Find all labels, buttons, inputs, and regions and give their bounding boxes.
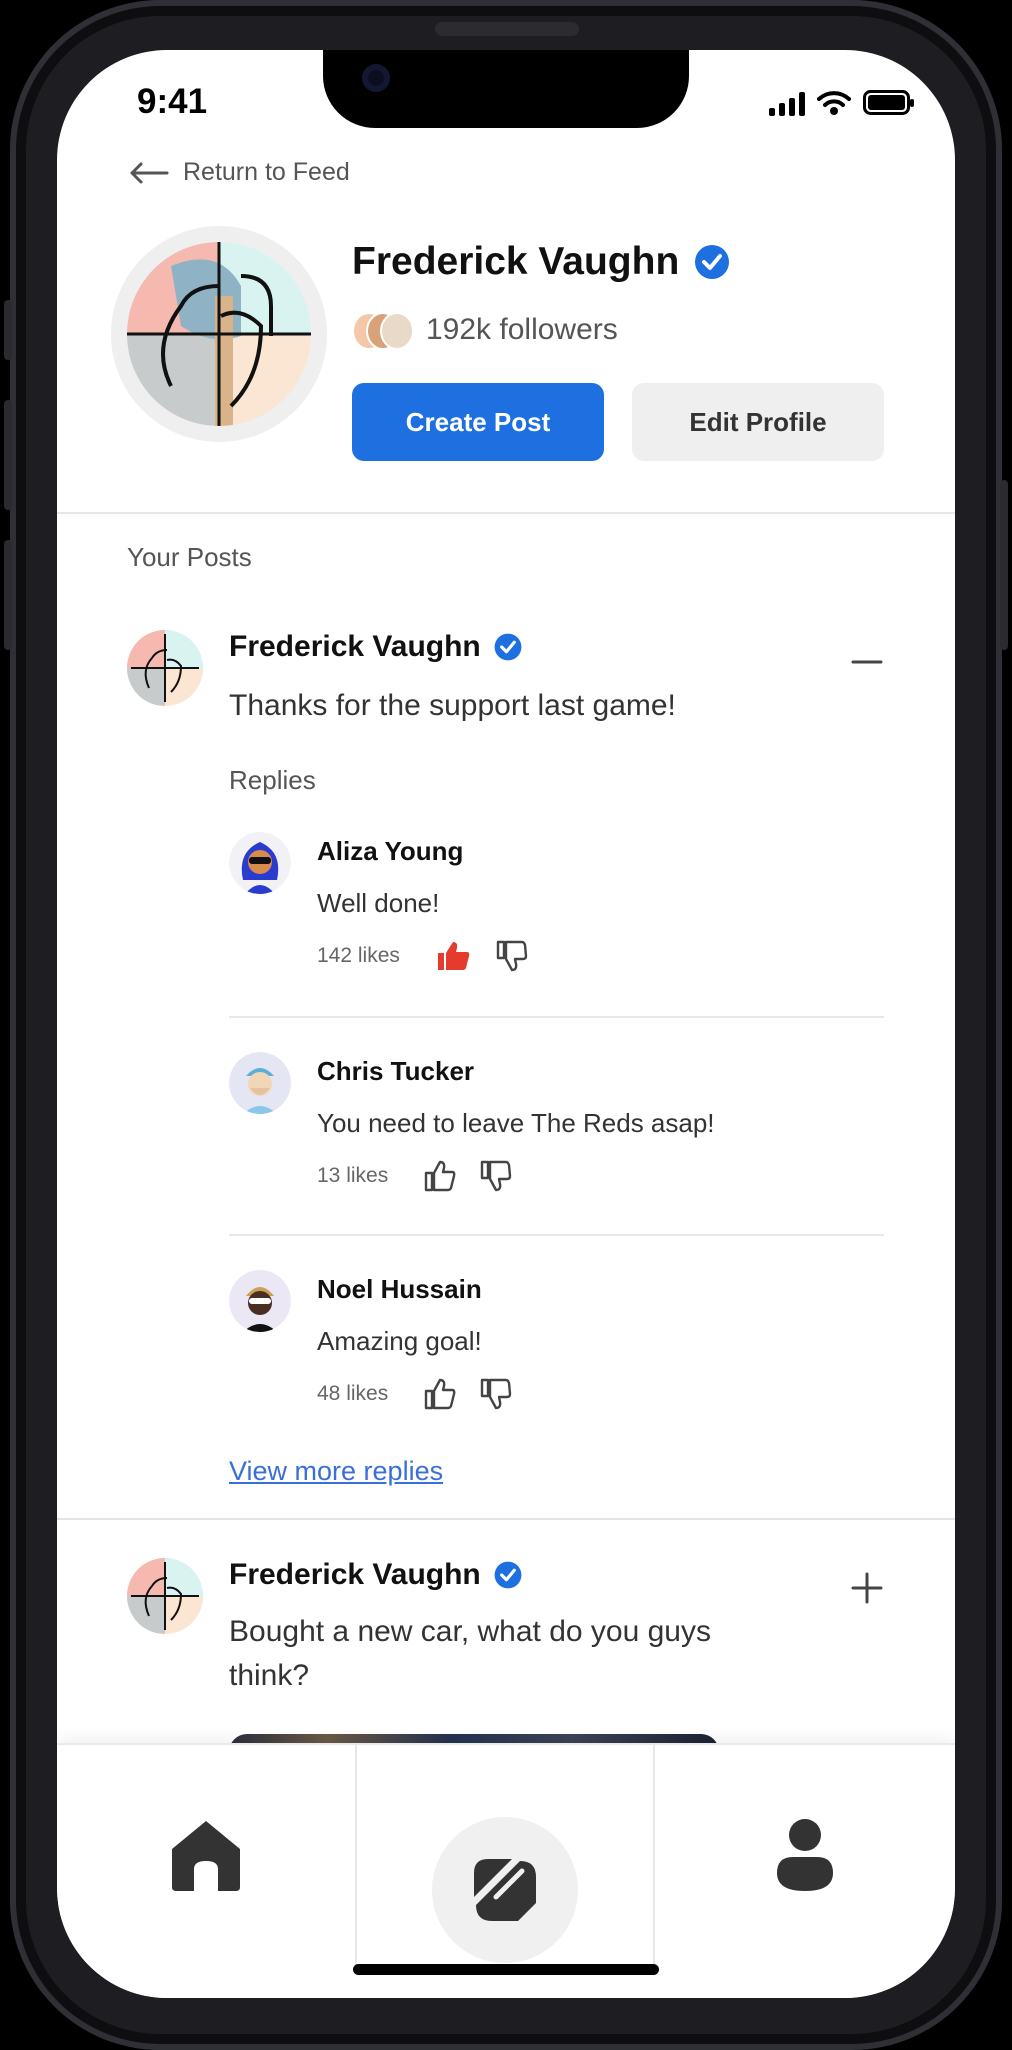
edit-note-icon (474, 1859, 536, 1921)
nav-create[interactable] (357, 1745, 653, 1965)
reply-meta: 48 likes (317, 1378, 512, 1410)
thumbs-up-icon[interactable] (424, 1160, 456, 1192)
status-icons (769, 90, 915, 116)
verified-badge-icon (695, 245, 730, 279)
battery-icon (863, 90, 914, 115)
post-author-row: Frederick Vaughn (229, 630, 523, 664)
reply-text: Well done! (317, 888, 440, 918)
profile-name: Frederick Vaughn (352, 240, 680, 283)
reply-likes: 48 likes (317, 1382, 389, 1405)
create-post-button[interactable]: Create Post (352, 383, 604, 461)
reply-separator (229, 1016, 884, 1018)
header-divider (57, 512, 955, 514)
thumbs-down-icon[interactable] (480, 1160, 512, 1192)
create-button[interactable] (432, 1817, 578, 1963)
reply-author-name: Noel Hussain (317, 1274, 482, 1304)
home-icon (172, 1821, 240, 1891)
wifi-icon (817, 91, 851, 115)
thumbs-up-filled-icon[interactable] (436, 940, 472, 972)
reply-author-name: Aliza Young (317, 836, 464, 866)
nav-profile[interactable] (655, 1745, 955, 1965)
bottom-nav (57, 1743, 955, 1998)
view-more-replies-link[interactable]: View more replies (229, 1456, 443, 1487)
replies-label: Replies (229, 765, 316, 795)
reply-separator (229, 1234, 884, 1236)
verified-badge-icon (494, 1561, 522, 1589)
reply-text: Amazing goal! (317, 1326, 482, 1356)
signal-icon (769, 92, 805, 116)
side-button-silent (4, 300, 12, 360)
reply-item: Aliza Young Well done! 142 likes (229, 832, 884, 972)
post-divider (57, 1518, 955, 1520)
return-to-feed-label: Return to Feed (183, 158, 350, 186)
follower-avatars (352, 312, 414, 350)
post-author-avatar-art (127, 630, 203, 706)
home-indicator[interactable] (353, 1964, 659, 1975)
reply-avatar[interactable] (229, 1270, 291, 1332)
front-camera (362, 64, 390, 92)
nav-home[interactable] (57, 1745, 355, 1965)
reply-author-name: Chris Tucker (317, 1056, 475, 1086)
collapse-minus-icon[interactable] (849, 644, 885, 680)
status-time: 9:41 (137, 82, 208, 121)
post-text: Bought a new car, what do you guys think… (229, 1615, 711, 1692)
followers-row[interactable]: 192k followers (352, 312, 618, 350)
post-text: Thanks for the support last game! (229, 689, 676, 722)
reply-text: You need to leave The Reds asap! (317, 1108, 715, 1138)
speaker-grille (435, 22, 579, 36)
side-button-volume-down (4, 540, 12, 650)
profile-avatar[interactable] (111, 226, 327, 442)
section-title: Your Posts (127, 542, 252, 572)
thumbs-down-icon[interactable] (496, 940, 528, 972)
edit-profile-button[interactable]: Edit Profile (632, 383, 884, 461)
post-author-avatar-art (127, 1558, 203, 1634)
profile-name-row: Frederick Vaughn (352, 240, 731, 284)
side-button-volume-up (4, 400, 12, 510)
return-to-feed-link[interactable]: Return to Feed (129, 158, 350, 187)
thumbs-down-icon[interactable] (480, 1378, 512, 1410)
reply-avatar[interactable] (229, 1052, 291, 1114)
app-screen: 9:41 Return to Feed Frederick Vaughn 192… (57, 50, 955, 1998)
post-author-name: Frederick Vaughn (229, 1558, 481, 1591)
reply-item: Chris Tucker You need to leave The Reds … (229, 1052, 884, 1192)
verified-badge-icon (494, 633, 522, 661)
side-button-power (1000, 480, 1008, 650)
reply-item: Noel Hussain Amazing goal! 48 likes (229, 1270, 884, 1410)
reply-avatar[interactable] (229, 832, 291, 894)
post-author-avatar[interactable] (127, 1558, 203, 1634)
post-author-row: Frederick Vaughn (229, 1558, 523, 1592)
profile-avatar-art (127, 242, 311, 426)
arrow-left-icon (130, 162, 169, 183)
post-author-avatar[interactable] (127, 630, 203, 706)
reply-meta: 13 likes (317, 1160, 512, 1192)
reply-meta: 142 likes (317, 940, 528, 972)
reply-likes: 142 likes (317, 944, 400, 967)
thumbs-up-icon[interactable] (424, 1378, 456, 1410)
expand-plus-icon[interactable] (849, 1570, 885, 1606)
post-author-name: Frederick Vaughn (229, 630, 481, 663)
followers-count: 192k followers (426, 313, 618, 346)
user-icon (777, 1819, 833, 1891)
reply-likes: 13 likes (317, 1164, 389, 1187)
